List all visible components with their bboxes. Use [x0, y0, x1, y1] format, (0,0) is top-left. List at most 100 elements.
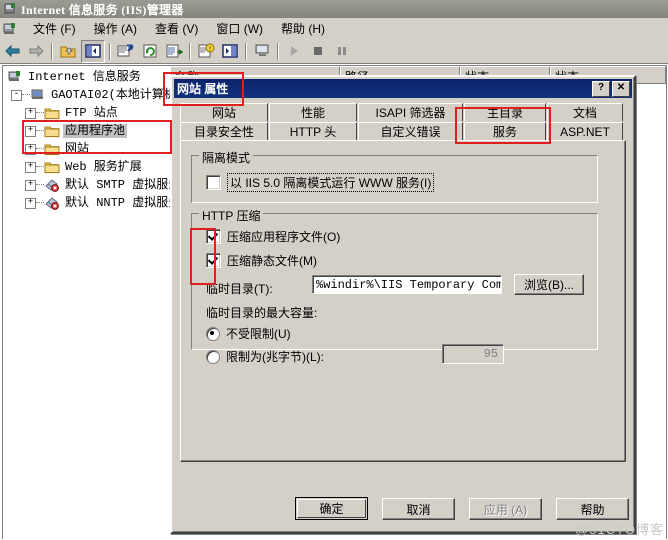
dialog-tabstrip: 网站 性能 ISAPI 筛选器 主目录 文档 目录安全性 HTTP 头 自定义错…	[180, 103, 626, 141]
server-icon	[3, 2, 17, 16]
tab-http-headers[interactable]: HTTP 头	[269, 122, 357, 140]
dialog-close-button[interactable]: ✕	[612, 80, 630, 97]
tree-item-5[interactable]: + 默认 SMTP 虚拟服务	[25, 176, 171, 194]
help-button[interactable]: 帮助	[556, 498, 629, 520]
isolation-mode-group: 隔离模式 以 IIS 5.0 隔离模式运行 WWW 服务(I)	[191, 149, 598, 203]
service-tab-page: 隔离模式 以 IIS 5.0 隔离模式运行 WWW 服务(I) HTTP 压缩 …	[180, 140, 626, 462]
menu-item-action[interactable]: 操作 (A)	[85, 18, 146, 39]
temp-directory-label: 临时目录(T):	[206, 282, 273, 296]
compress-static-files-row[interactable]: 压缩静态文件(M)	[206, 252, 317, 269]
tree-connector	[22, 94, 30, 96]
tree-expander-4[interactable]: +	[25, 161, 36, 173]
tree-item-label: 网站	[65, 142, 90, 156]
tab-custom-errors[interactable]: 自定义错误	[358, 122, 463, 140]
tree-connector	[36, 148, 44, 150]
tree-item-computer-label: GAOTAI02(本地计算机)	[51, 88, 171, 102]
svg-text:?: ?	[208, 47, 211, 53]
tree-item-2[interactable]: + 应用程序池	[25, 122, 171, 140]
folder-icon	[44, 124, 60, 138]
show-hide-tree-icon[interactable]	[81, 39, 105, 63]
compress-static-files-checkbox[interactable]	[206, 253, 221, 268]
tree-connector	[36, 184, 44, 186]
export-list-icon[interactable]	[163, 41, 185, 62]
main-window-titlebar: Internet 信息服务 (IIS)管理器	[0, 0, 668, 18]
tab-directory-security[interactable]: 目录安全性	[180, 122, 268, 140]
menu-bar: 文件 (F) 操作 (A) 查看 (V) 窗口 (W) 帮助 (H)	[0, 18, 668, 40]
size-limit-input[interactable]: 95	[442, 344, 504, 364]
back-icon[interactable]	[1, 41, 23, 62]
apply-button-label: 应用 (A)	[483, 502, 528, 517]
start-icon[interactable]	[283, 41, 305, 62]
limited-radio[interactable]	[206, 349, 220, 364]
console-tree-pane[interactable]: Internet 信息服务 - GAOTAI02(本地计算机) + FTP 站点 +…	[2, 65, 171, 539]
tree-item-computer[interactable]: - GAOTAI02(本地计算机)	[11, 86, 171, 104]
stop-icon[interactable]	[307, 41, 329, 62]
iis5-isolation-checkbox-row[interactable]: 以 IIS 5.0 隔离模式运行 WWW 服务(I)	[206, 173, 435, 192]
tab-row-1: 网站 性能 ISAPI 筛选器 主目录 文档	[180, 103, 626, 122]
tree-expander-3[interactable]: +	[25, 143, 36, 155]
tree-item-6[interactable]: + 默认 NNTP 虚拟服务	[25, 194, 171, 212]
cancel-button[interactable]: 取消	[382, 498, 455, 520]
http-compression-group-title: HTTP 压缩	[199, 207, 264, 224]
tree-connector	[36, 202, 44, 204]
iis5-isolation-label: 以 IIS 5.0 隔离模式运行 WWW 服务(I)	[227, 173, 435, 192]
ok-button[interactable]: 确定	[295, 497, 368, 520]
temp-directory-input[interactable]: %windir%\IIS Temporary Compres	[312, 275, 502, 294]
tree-item-root[interactable]: Internet 信息服务	[7, 68, 171, 86]
dialog-help-button[interactable]: ?	[592, 80, 610, 97]
tab-performance[interactable]: 性能	[269, 103, 357, 121]
unlimited-radio[interactable]	[206, 326, 220, 341]
toolbar-separator-5	[277, 42, 279, 60]
toolbar-separator-4	[245, 42, 247, 60]
tab-service[interactable]: 服务	[464, 122, 546, 140]
help-icon[interactable]: ?	[195, 41, 217, 62]
dialog-titlebar: 网站 属性 ? ✕	[174, 79, 632, 98]
refresh-icon[interactable]	[139, 41, 161, 62]
computer-icon	[30, 88, 46, 102]
unlimited-radio-row[interactable]: 不受限制(U)	[206, 325, 291, 342]
tree-item-4[interactable]: + Web 服务扩展	[25, 158, 171, 176]
tree-expander-5[interactable]: +	[25, 179, 36, 191]
up-folder-icon[interactable]	[57, 41, 79, 62]
tab-documents[interactable]: 文档	[547, 103, 623, 121]
toolbar-separator-3	[189, 42, 191, 60]
tree-expander-1[interactable]: +	[25, 107, 36, 119]
folder-icon	[44, 142, 60, 156]
menu-item-window[interactable]: 窗口 (W)	[207, 18, 272, 39]
cancel-button-label: 取消	[406, 502, 431, 517]
stopped-service-icon	[44, 178, 60, 192]
isolation-mode-group-title: 隔离模式	[199, 149, 254, 166]
forward-icon[interactable]	[25, 41, 47, 62]
tree-item-label: 应用程序池	[63, 124, 128, 138]
tab-home-directory[interactable]: 主目录	[464, 103, 546, 121]
tree-expander-2[interactable]: +	[25, 125, 36, 137]
menu-item-file[interactable]: 文件 (F)	[24, 18, 85, 39]
properties-icon[interactable]	[115, 41, 137, 62]
limited-radio-row[interactable]: 限制为(兆字节)(L):	[206, 348, 324, 365]
tree-item-3[interactable]: + 网站	[25, 140, 171, 158]
tree-expander-computer[interactable]: -	[11, 89, 22, 101]
view-pane-icon[interactable]	[219, 41, 241, 62]
tab-aspnet[interactable]: ASP.NET	[547, 122, 623, 140]
tree-item-1[interactable]: + FTP 站点	[25, 104, 171, 122]
website-properties-dialog: 网站 属性 ? ✕ 网站 性能 ISAPI 筛选器 主目录 文档 目录安全性 H…	[170, 75, 636, 534]
tab-isapi-filters[interactable]: ISAPI 筛选器	[358, 103, 463, 121]
toolbar-separator-1	[51, 42, 53, 60]
app-icon	[2, 21, 18, 37]
tree-item-label: 默认 NNTP 虚拟服务	[65, 196, 171, 210]
menu-item-help[interactable]: 帮助 (H)	[272, 18, 334, 39]
iis5-isolation-checkbox[interactable]	[206, 175, 221, 190]
limited-radio-label: 限制为(兆字节)(L):	[226, 350, 324, 364]
compress-app-files-checkbox[interactable]	[206, 229, 221, 244]
tab-website[interactable]: 网站	[180, 103, 268, 121]
browse-button[interactable]: 浏览(B)...	[514, 274, 584, 295]
apply-button: 应用 (A)	[469, 498, 542, 520]
tree-children-container: + FTP 站点 + 应用程序池 + 网站 + Web 服务扩展 + 默认 SMTP 虚拟服务 + 默…	[3, 104, 171, 212]
menu-item-view[interactable]: 查看 (V)	[146, 18, 207, 39]
connect-computer-icon[interactable]	[251, 41, 273, 62]
compress-app-files-row[interactable]: 压缩应用程序文件(O)	[206, 228, 340, 245]
tree-item-label: Web 服务扩展	[65, 160, 142, 174]
tree-expander-6[interactable]: +	[25, 197, 36, 209]
pause-icon[interactable]	[331, 41, 353, 62]
browse-button-label: 浏览(B)...	[524, 278, 574, 292]
